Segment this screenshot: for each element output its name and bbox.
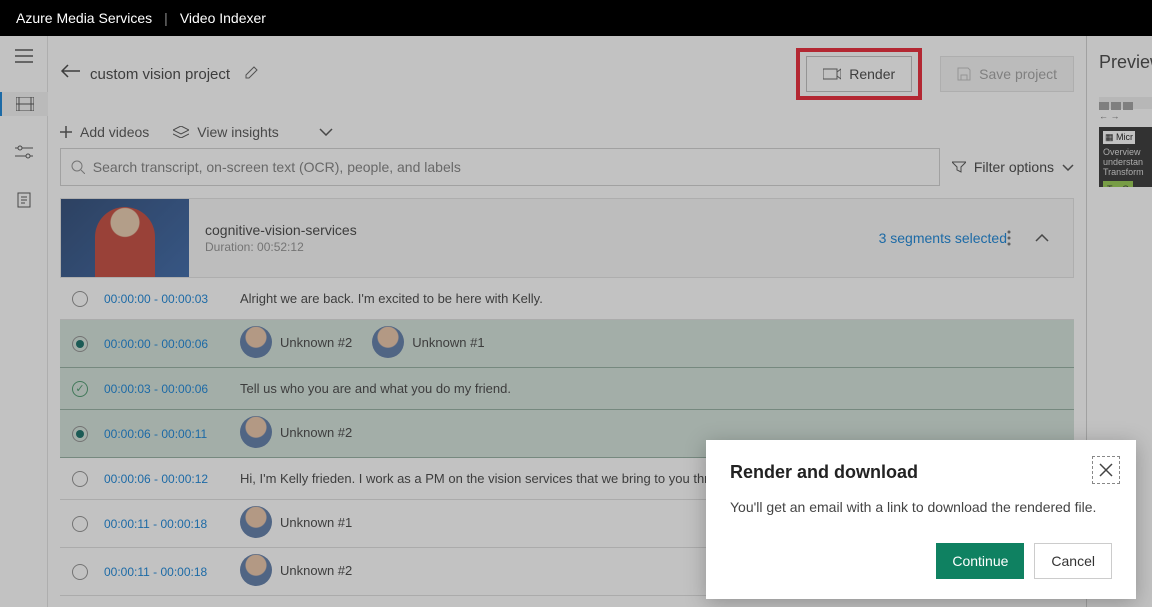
dialog-close-button[interactable] <box>1092 456 1120 484</box>
segment-radio[interactable]: ✓ <box>72 381 88 397</box>
segment-row[interactable]: 00:00:00 - 00:00:06 Unknown #2 Unknown #1 <box>60 320 1074 368</box>
video-more-icon[interactable] <box>1007 230 1011 246</box>
segment-radio[interactable] <box>72 426 88 442</box>
render-download-dialog: Render and download You'll get an email … <box>706 440 1136 599</box>
search-box[interactable] <box>60 148 940 186</box>
close-icon <box>1099 463 1113 477</box>
segment-text: Alright we are back. I'm excited to be h… <box>240 291 1062 306</box>
video-header: cognitive-vision-services Duration: 00:5… <box>60 198 1074 278</box>
left-sidebar <box>0 36 48 607</box>
filter-icon <box>952 161 966 173</box>
video-title: cognitive-vision-services <box>205 222 863 238</box>
product-label: Video Indexer <box>180 10 266 26</box>
speaker-name: Unknown #2 <box>280 425 352 440</box>
segment-timestamp: 00:00:03 - 00:00:06 <box>104 382 224 396</box>
search-row: Filter options <box>48 148 1086 198</box>
segment-timestamp: 00:00:06 - 00:00:11 <box>104 427 224 441</box>
render-icon <box>823 67 841 81</box>
segment-timestamp: 00:00:11 - 00:00:18 <box>104 517 224 531</box>
cancel-button[interactable]: Cancel <box>1034 543 1112 579</box>
top-bar: Azure Media Services | Video Indexer <box>0 0 1152 36</box>
segments-selected-label: 3 segments selected <box>879 230 1007 246</box>
segment-timestamp: 00:00:11 - 00:00:18 <box>104 565 224 579</box>
video-duration: Duration: 00:52:12 <box>205 240 863 254</box>
save-icon <box>957 67 971 81</box>
continue-button[interactable]: Continue <box>936 543 1024 579</box>
toolbar-row: Add videos View insights <box>48 120 1086 148</box>
segment-timestamp: 00:00:06 - 00:00:12 <box>104 472 224 486</box>
segment-speakers: Unknown #2 Unknown #1 <box>240 326 1062 361</box>
segment-radio[interactable] <box>72 291 88 307</box>
chevron-down-icon <box>1062 164 1074 171</box>
segment-radio[interactable] <box>72 336 88 352</box>
mini-browser-chrome <box>1099 97 1152 109</box>
speaker-name: Unknown #1 <box>280 515 352 530</box>
filter-options-button[interactable]: Filter options <box>952 159 1074 175</box>
back-arrow-icon[interactable] <box>60 64 80 84</box>
segment-radio[interactable] <box>72 471 88 487</box>
render-button[interactable]: Render <box>806 56 912 92</box>
project-title: custom vision project <box>90 66 230 83</box>
view-insights-button[interactable]: View insights <box>173 124 278 140</box>
speaker-avatar <box>240 506 272 538</box>
edit-title-icon[interactable] <box>244 66 260 82</box>
speaker-chip: Unknown #2 <box>240 554 352 586</box>
segment-row[interactable]: 00:00:00 - 00:00:03 Alright we are back. … <box>60 278 1074 320</box>
filter-label: Filter options <box>974 159 1054 175</box>
preview-title: Preview <box>1099 52 1152 73</box>
render-label: Render <box>849 66 895 82</box>
speaker-name: Unknown #1 <box>412 335 484 350</box>
mini-preview-content: ▦ Micr Overview understan Transform Try … <box>1099 127 1152 187</box>
sliders-icon[interactable] <box>12 140 36 164</box>
layers-icon <box>173 126 189 138</box>
speaker-chip: Unknown #2 <box>240 416 352 448</box>
speaker-name: Unknown #2 <box>280 563 352 578</box>
add-videos-button[interactable]: Add videos <box>60 124 149 140</box>
document-icon[interactable] <box>12 188 36 212</box>
film-icon[interactable] <box>0 92 48 116</box>
segment-row[interactable]: ✓ 00:00:03 - 00:00:06 Tell us who you are … <box>60 368 1074 410</box>
segment-text: Tell us who you are and what you do my f… <box>240 381 1062 396</box>
speaker-chip: Unknown #2 <box>240 326 352 358</box>
segment-radio[interactable] <box>72 516 88 532</box>
segment-timestamp: 00:00:00 - 00:00:03 <box>104 292 224 306</box>
search-input[interactable] <box>93 159 929 175</box>
speaker-avatar <box>240 554 272 586</box>
speaker-avatar <box>240 416 272 448</box>
top-divider: | <box>164 10 168 26</box>
plus-icon <box>60 126 72 138</box>
view-insights-label: View insights <box>197 124 278 140</box>
speaker-avatar <box>372 326 404 358</box>
search-icon <box>71 160 85 174</box>
header-row: custom vision project Render Save projec… <box>48 36 1086 120</box>
hamburger-icon[interactable] <box>12 44 36 68</box>
dialog-body: You'll get an email with a link to downl… <box>730 499 1112 515</box>
speaker-avatar <box>240 326 272 358</box>
dialog-title: Render and download <box>730 462 1112 483</box>
save-label: Save project <box>979 66 1057 82</box>
segment-radio[interactable] <box>72 564 88 580</box>
brand-label: Azure Media Services <box>16 10 152 26</box>
speaker-name: Unknown #2 <box>280 335 352 350</box>
add-videos-label: Add videos <box>80 124 149 140</box>
render-highlight-box: Render <box>796 48 922 100</box>
toolbar-chevron-icon[interactable] <box>319 128 333 136</box>
video-thumbnail <box>61 199 189 277</box>
save-project-button: Save project <box>940 56 1074 92</box>
segment-timestamp: 00:00:00 - 00:00:06 <box>104 337 224 351</box>
speaker-chip: Unknown #1 <box>372 326 484 358</box>
try-button[interactable]: Try C <box>1103 181 1133 187</box>
speaker-chip: Unknown #1 <box>240 506 352 538</box>
video-collapse-icon[interactable] <box>1035 234 1049 242</box>
